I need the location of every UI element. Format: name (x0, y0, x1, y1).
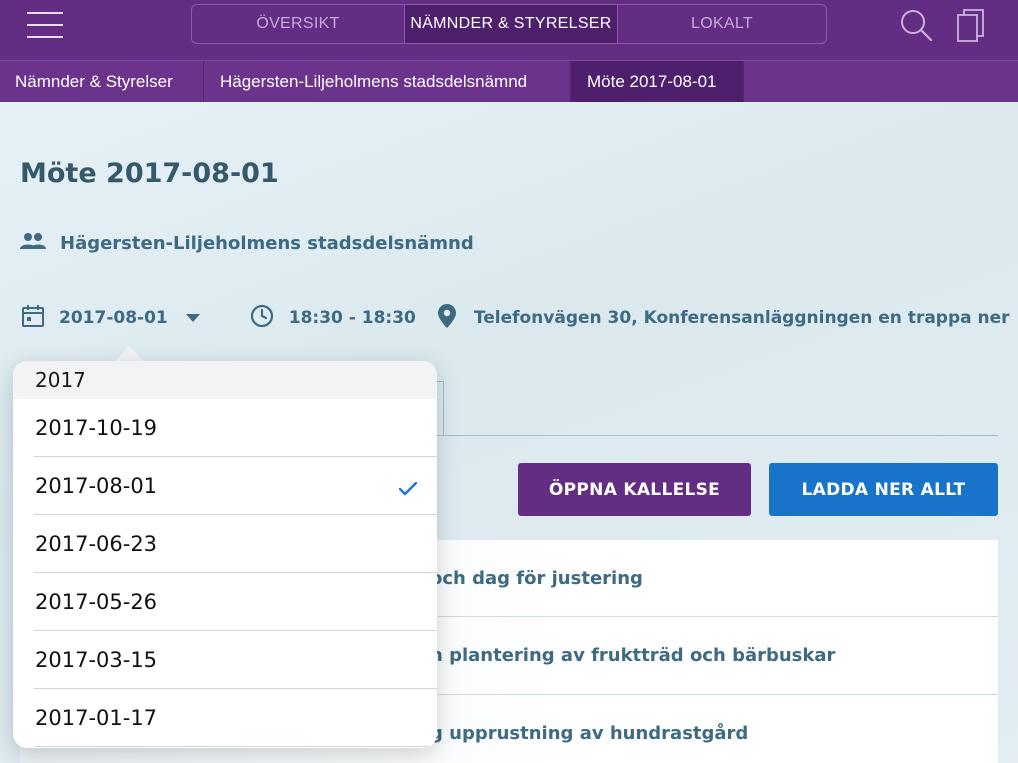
top-navigation-bar: ÖVERSIKT NÄMNDER & STYRELSER LOKALT (0, 0, 1018, 60)
section-tabs: ÖVERSIKT NÄMNDER & STYRELSER LOKALT (191, 4, 827, 44)
hamburger-icon[interactable] (27, 12, 63, 40)
tab-lokalt[interactable]: LOKALT (618, 5, 826, 43)
pages-icon[interactable] (955, 8, 987, 44)
date-picker-popover: 2017 2017-10-19 2017-08-01 2017-06-23 20… (13, 361, 437, 748)
date-option[interactable]: 2017-01-17 (34, 689, 437, 747)
date-option-label: 2017-10-19 (35, 415, 158, 440)
meeting-date: 2017-08-01 (59, 308, 168, 328)
meeting-location-group: Telefonvägen 30, Konferensanläggningen e… (437, 304, 1010, 332)
meeting-time-group: 18:30 - 18:30 (250, 304, 416, 332)
date-selector[interactable]: 2017-08-01 (20, 303, 200, 333)
date-option-label: 2017-06-23 (35, 531, 158, 556)
breadcrumb-namnder-styrelser[interactable]: Nämnder & Styrelser (0, 61, 204, 102)
date-option-label: 2017-03-15 (35, 647, 158, 672)
page-title: Möte 2017-08-01 (20, 158, 279, 189)
calendar-icon (20, 303, 46, 333)
year-header: 2017 (13, 361, 437, 399)
agenda-item-title: g upprustning av hundrastgård (430, 723, 749, 744)
search-icon[interactable] (900, 9, 934, 43)
meeting-location: Telefonvägen 30, Konferensanläggningen e… (473, 308, 1010, 328)
date-option[interactable]: 2017-10-19 (34, 399, 437, 457)
caret-down-icon (185, 314, 200, 322)
popover-arrow (114, 346, 144, 362)
date-option-selected[interactable]: 2017-08-01 (34, 457, 437, 515)
date-option[interactable]: 2017-06-23 (34, 515, 437, 573)
people-icon (20, 232, 46, 254)
checkmark-icon (398, 477, 418, 496)
organization-row: Hägersten-Liljeholmens stadsdelsnämnd (20, 232, 474, 254)
breadcrumb-current-meeting[interactable]: Möte 2017-08-01 (571, 61, 744, 102)
clock-icon (250, 304, 274, 332)
download-all-button[interactable]: LADDA NER ALLT (769, 463, 998, 516)
meeting-time: 18:30 - 18:30 (288, 308, 416, 328)
date-option-label: 2017-05-26 (35, 589, 158, 614)
open-notice-button[interactable]: ÖPPNA KALLELSE (518, 463, 751, 516)
date-option-label: 2017-01-17 (35, 705, 158, 730)
tab-oversikt[interactable]: ÖVERSIKT (192, 5, 404, 43)
date-option[interactable]: 2017-05-26 (34, 573, 437, 631)
tab-namnder-styrelser[interactable]: NÄMNDER & STYRELSER (404, 5, 618, 43)
location-pin-icon (437, 304, 456, 332)
breadcrumb-stadsdelsnamnd[interactable]: Hägersten-Liljeholmens stadsdelsnämnd (204, 61, 571, 102)
breadcrumb: Nämnder & Styrelser Hägersten-Liljeholme… (0, 60, 1018, 102)
agenda-item-title: n plantering av fruktträd och bärbuskar (430, 645, 836, 666)
date-option-label: 2017-08-01 (35, 473, 158, 498)
agenda-item-title: och dag för justering (430, 567, 643, 589)
organization-name: Hägersten-Liljeholmens stadsdelsnämnd (60, 232, 474, 254)
meeting-meta-row: 2017-08-01 18:30 - 18:30 Telefonvägen 30… (20, 304, 1010, 332)
date-option[interactable]: 2017-03-15 (34, 631, 437, 689)
